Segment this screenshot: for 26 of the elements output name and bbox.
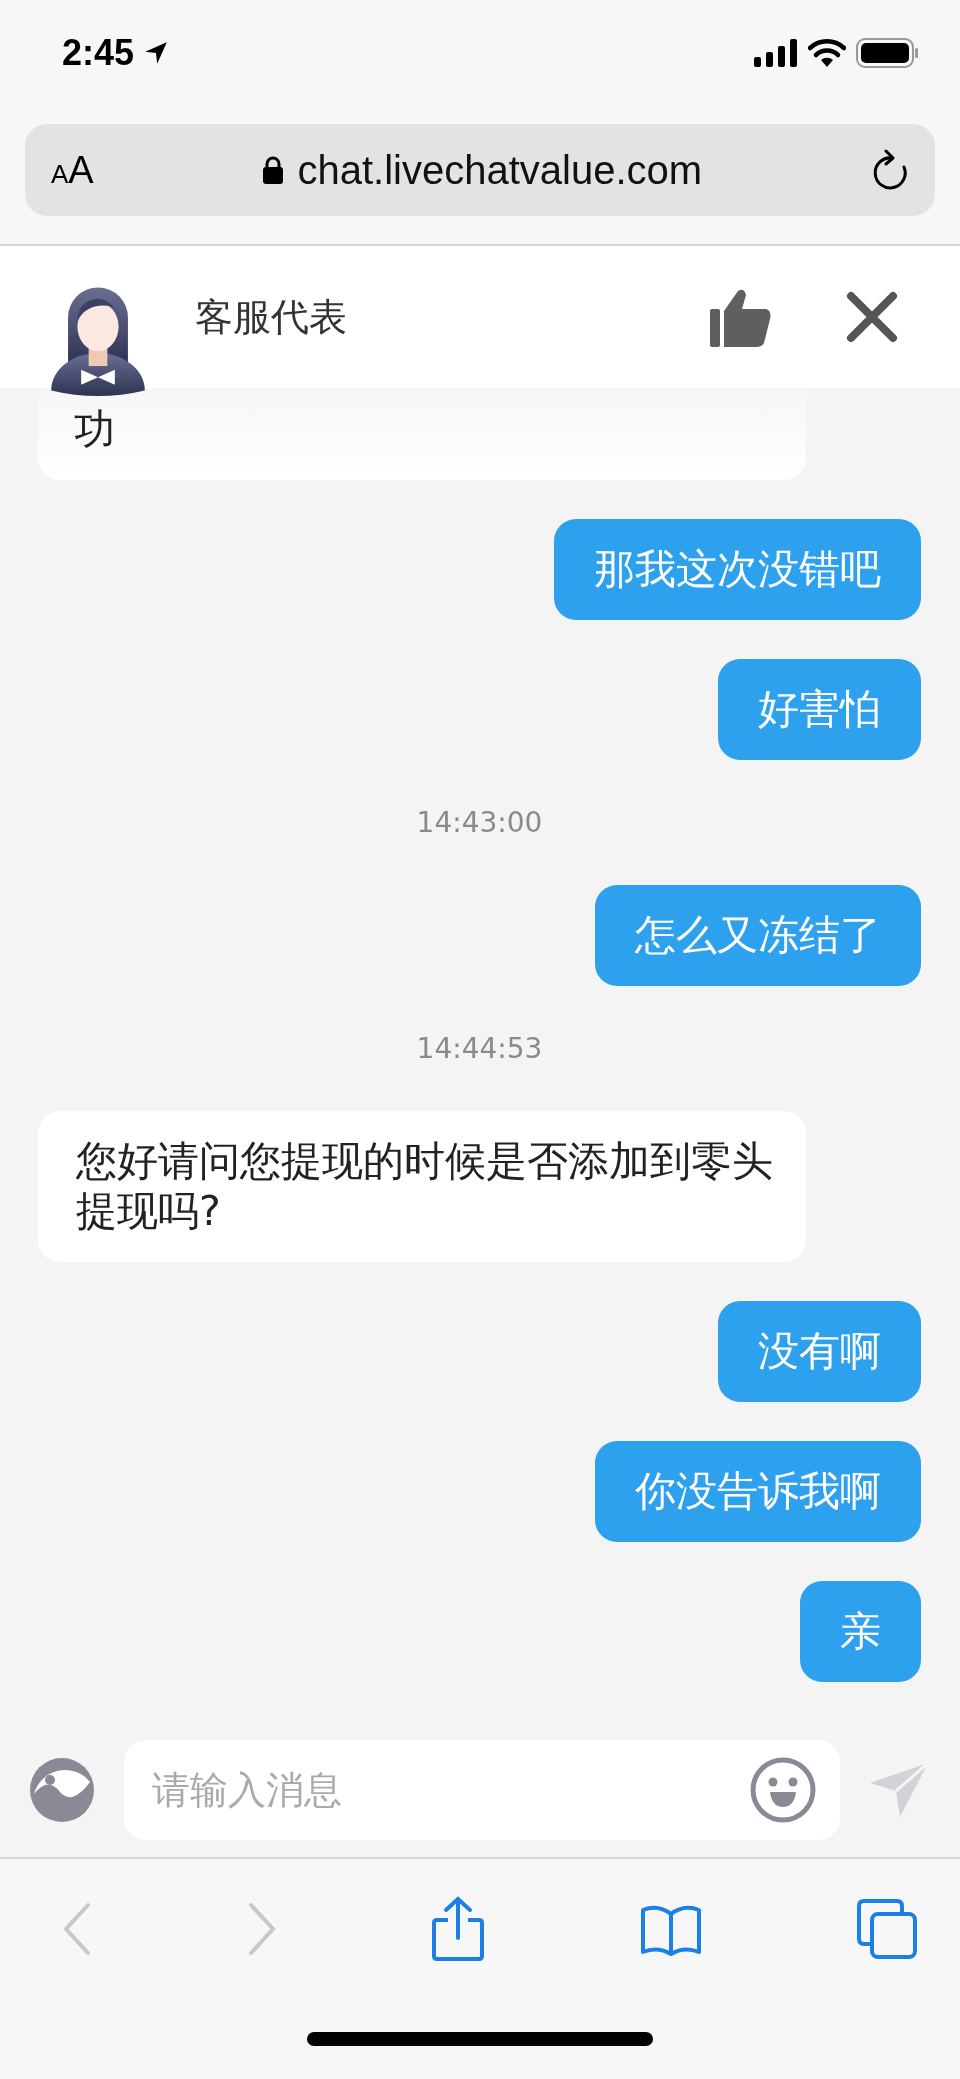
agent-title: 客服代表	[195, 293, 347, 341]
lock-icon	[261, 155, 284, 185]
image-icon[interactable]	[28, 1755, 96, 1824]
url-text: chat.livechatvalue.com	[297, 147, 703, 193]
message-input-field[interactable]: 请输入消息	[124, 1739, 840, 1840]
battery-icon	[856, 38, 920, 68]
received-message: 您好请问您提现的时候是否添加到零头提现吗?	[38, 1111, 806, 1262]
thumbs-up-icon[interactable]	[710, 287, 772, 347]
sent-message: 你没告诉我啊	[595, 1441, 921, 1542]
timestamp: 14:43:00	[416, 806, 543, 839]
wifi-icon	[808, 39, 846, 67]
sent-message: 怎么又冻结了	[595, 885, 921, 986]
sent-message: 没有啊	[718, 1301, 921, 1402]
share-icon[interactable]	[431, 1896, 485, 1962]
tabs-icon[interactable]	[856, 1898, 918, 1960]
sent-message: 亲	[800, 1581, 921, 1682]
address-bar[interactable]: AA chat.livechatvalue.com	[25, 124, 935, 216]
sent-message: 好害怕	[718, 659, 921, 760]
text-size-button[interactable]: AA	[51, 148, 94, 192]
timestamp: 14:44:53	[416, 1032, 543, 1065]
sent-message: 那我这次没错吧	[554, 519, 921, 620]
close-icon[interactable]	[846, 291, 898, 343]
signal-icon	[754, 39, 798, 67]
status-time: 2:45	[62, 32, 135, 74]
emoji-icon[interactable]	[750, 1756, 816, 1823]
location-arrow-icon	[144, 41, 169, 65]
